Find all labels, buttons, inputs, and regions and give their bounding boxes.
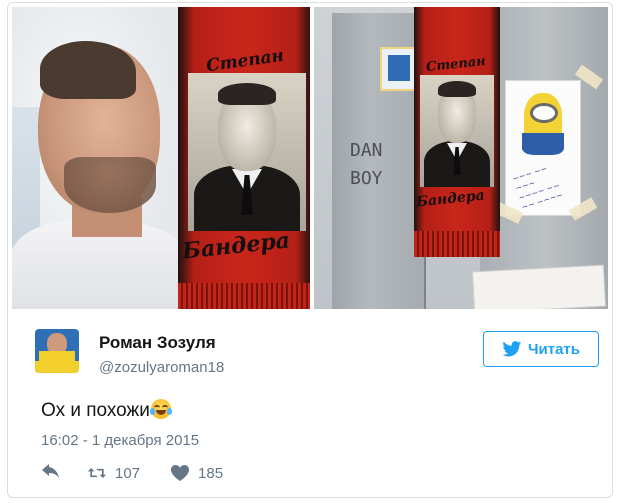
- retweet-count: 107: [115, 464, 141, 482]
- twitter-bird-icon: [502, 341, 522, 357]
- minion-overalls: [522, 133, 564, 155]
- minion-poster: ~~~ ~~ ~~~ ~~~~ ~~ ~~ ~~~~: [506, 81, 580, 215]
- scarf-text-top: Степан: [204, 45, 286, 77]
- tweet-timestamp[interactable]: 16:02 - 1 декабря 2015: [41, 432, 199, 449]
- tears-of-joy-emoji-icon: [149, 399, 172, 419]
- scarf-portrait: [188, 73, 306, 231]
- heart-icon: [171, 465, 190, 481]
- scarf-portrait: [420, 75, 494, 187]
- retweet-icon: [87, 468, 107, 478]
- tweet-text-content: Ох и похожи: [41, 400, 150, 421]
- minion-goggle: [530, 103, 558, 123]
- scarf-text-top: Степан: [425, 53, 487, 76]
- like-button[interactable]: 185: [170, 464, 223, 482]
- scarf-fringe: [178, 283, 310, 309]
- retweet-button[interactable]: 107: [87, 464, 140, 482]
- follow-button[interactable]: Читать: [483, 331, 599, 367]
- tweet-actions: 107 185: [41, 463, 223, 483]
- scarf-fringe: [414, 231, 500, 257]
- avatar-scarf: [39, 351, 75, 365]
- tweet-card: Степан Бандера DAN BOY ~~~ ~~ ~~~ ~~~~ ~…: [7, 2, 613, 498]
- photo-person-hair: [40, 41, 136, 99]
- portrait-hair: [438, 81, 476, 97]
- tweet-text: Ох и похожи: [41, 399, 172, 422]
- author-display-name[interactable]: Роман Зозуля: [99, 333, 216, 353]
- photo-scarf: Степан Бандера: [178, 7, 310, 309]
- tweet-media[interactable]: Степан Бандера DAN BOY ~~~ ~~ ~~~ ~~~~ ~…: [12, 7, 608, 309]
- portrait-hair: [218, 83, 276, 105]
- locker-doodle: DAN BOY: [350, 140, 383, 189]
- poster-handwriting: ~~~ ~~ ~~~ ~~~~ ~~ ~~ ~~~~: [511, 163, 564, 213]
- author-handle[interactable]: @zozulyaroman18: [99, 359, 224, 376]
- photo-window: [12, 107, 40, 247]
- avatar[interactable]: [35, 329, 79, 373]
- scarf-text-bottom: Бандера: [415, 187, 486, 211]
- scarf-text-bottom: Бандера: [180, 227, 292, 265]
- like-count: 185: [198, 464, 224, 482]
- photo-locker[interactable]: DAN BOY ~~~ ~~ ~~~ ~~~~ ~~ ~~ ~~~~ Степан: [314, 7, 608, 309]
- reply-icon: [42, 464, 59, 478]
- locker-note: [473, 265, 605, 309]
- locker-sticker: [380, 47, 418, 91]
- photo-selfie[interactable]: Степан Бандера: [12, 7, 310, 309]
- follow-button-label: Читать: [527, 340, 581, 358]
- photo-scarf-hanging: Степан Бандера: [414, 7, 500, 257]
- photo-person-beard: [64, 157, 156, 213]
- reply-button[interactable]: [41, 464, 61, 482]
